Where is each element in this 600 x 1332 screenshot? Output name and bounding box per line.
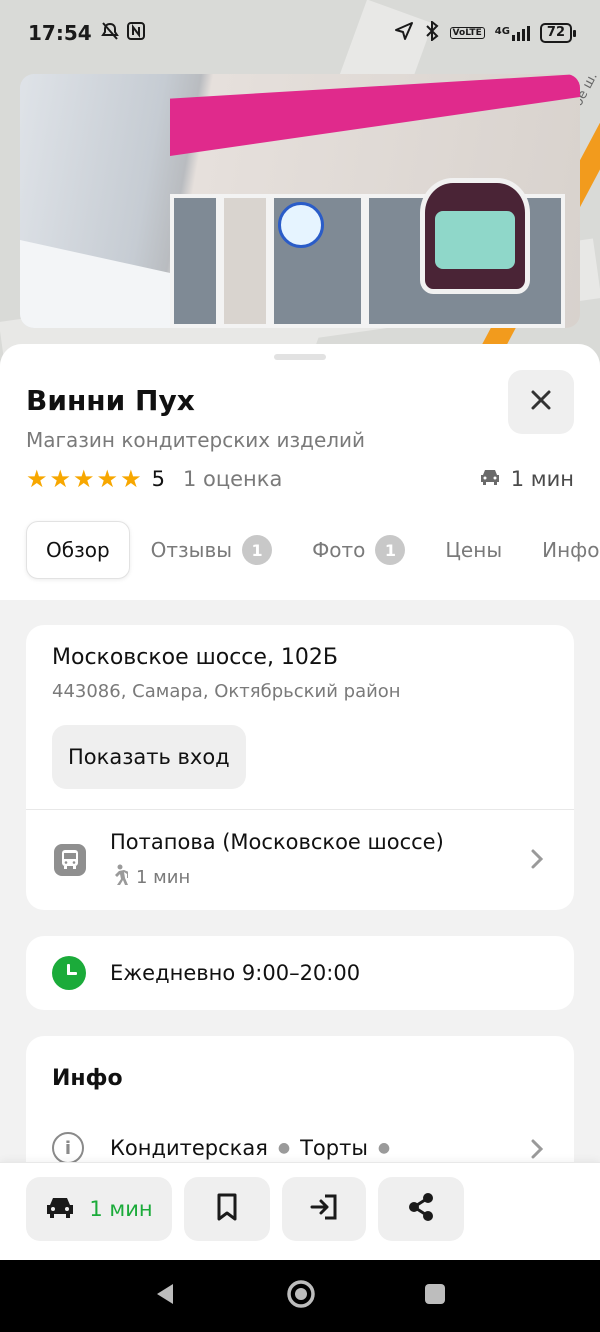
bus-icon — [54, 844, 86, 876]
place-category: Магазин кондитерских изделий — [26, 428, 366, 452]
bluetooth-icon — [424, 19, 440, 45]
star-icon: ★ — [73, 465, 95, 493]
walk-time: 1 мин — [110, 864, 190, 891]
battery-indicator: 72 — [539, 23, 577, 43]
address-card: Московское шоссе, 102Б 443086, Самара, О… — [26, 625, 574, 910]
place-header: Винни Пух Магазин кондитерских изделий ★… — [0, 344, 600, 600]
transit-stop-row[interactable]: Потапова (Московское шоссе) 1 мин — [26, 810, 574, 910]
bookmark-icon — [216, 1193, 238, 1225]
tab-reviews[interactable]: Отзывы 1 — [132, 521, 291, 579]
photos-count-badge: 1 — [375, 535, 406, 565]
route-button[interactable]: 1 мин — [26, 1177, 172, 1241]
status-bar: 17:54 VoLTE 4G 72 — [0, 0, 600, 66]
nfc-icon — [126, 21, 146, 45]
car-icon — [45, 1195, 75, 1223]
rating-count: 1 оценка — [182, 467, 283, 491]
signal-icon: 4G — [495, 25, 530, 41]
rating-row[interactable]: ★ ★ ★ ★ ★ 5 1 оценка 1 мин — [26, 464, 574, 494]
info-category: Торты — [300, 1136, 368, 1160]
drive-time[interactable]: 1 мин — [479, 467, 574, 491]
close-button[interactable] — [508, 370, 574, 434]
info-icon: i — [52, 1132, 84, 1164]
mute-icon — [100, 21, 120, 45]
back-icon[interactable] — [153, 1281, 179, 1311]
share-icon — [406, 1192, 436, 1226]
action-bar: 1 мин — [0, 1162, 600, 1260]
info-title: Инфо — [52, 1066, 123, 1091]
info-category: Кондитерская — [110, 1136, 268, 1160]
info-categories-row[interactable]: i Кондитерская ● Торты ● — [52, 1132, 400, 1164]
tab-bar: Обзор Отзывы 1 Фото 1 Цены Инфо — [26, 521, 600, 579]
rating-stars: ★ ★ ★ ★ ★ — [26, 467, 142, 491]
place-photo[interactable] — [20, 74, 580, 328]
rating-value: 5 — [151, 467, 165, 491]
bookmark-button[interactable] — [184, 1177, 270, 1241]
drag-handle[interactable] — [274, 354, 326, 360]
tab-info[interactable]: Инфо — [523, 521, 600, 579]
tab-photos[interactable]: Фото 1 — [293, 521, 424, 579]
car-icon — [479, 467, 501, 491]
transit-stop-name: Потапова (Московское шоссе) — [110, 830, 444, 854]
address-sub: 443086, Самара, Октябрьский район — [52, 681, 401, 702]
hours-card[interactable]: Ежедневно 9:00–20:00 — [26, 936, 574, 1010]
place-title: Винни Пух — [26, 384, 195, 417]
tab-prices[interactable]: Цены — [426, 521, 521, 579]
close-icon — [529, 388, 553, 416]
walking-icon — [110, 864, 129, 891]
reviews-count-badge: 1 — [242, 535, 273, 565]
show-entrance-button[interactable]: Показать вход — [52, 725, 246, 789]
share-button[interactable] — [378, 1177, 464, 1241]
tab-overview[interactable]: Обзор — [26, 521, 130, 579]
drive-time-label: 1 мин — [510, 467, 574, 491]
location-icon — [394, 21, 414, 45]
entrance-button[interactable] — [282, 1177, 366, 1241]
system-nav-bar — [0, 1260, 600, 1332]
opening-hours: Ежедневно 9:00–20:00 — [110, 961, 361, 985]
home-icon[interactable] — [285, 1278, 317, 1314]
route-time-label: 1 мин — [89, 1197, 153, 1221]
address-main[interactable]: Московское шоссе, 102Б — [52, 645, 338, 670]
chevron-right-icon — [530, 848, 544, 874]
recents-icon[interactable] — [423, 1282, 447, 1310]
star-icon: ★ — [120, 465, 142, 493]
volte-icon: VoLTE — [449, 27, 485, 39]
star-icon: ★ — [26, 465, 48, 493]
status-time: 17:54 — [28, 21, 92, 45]
chevron-right-icon — [530, 1138, 544, 1164]
star-icon: ★ — [49, 465, 72, 493]
enter-icon — [309, 1193, 339, 1225]
clock-icon — [52, 956, 86, 990]
star-icon: ★ — [96, 465, 119, 493]
